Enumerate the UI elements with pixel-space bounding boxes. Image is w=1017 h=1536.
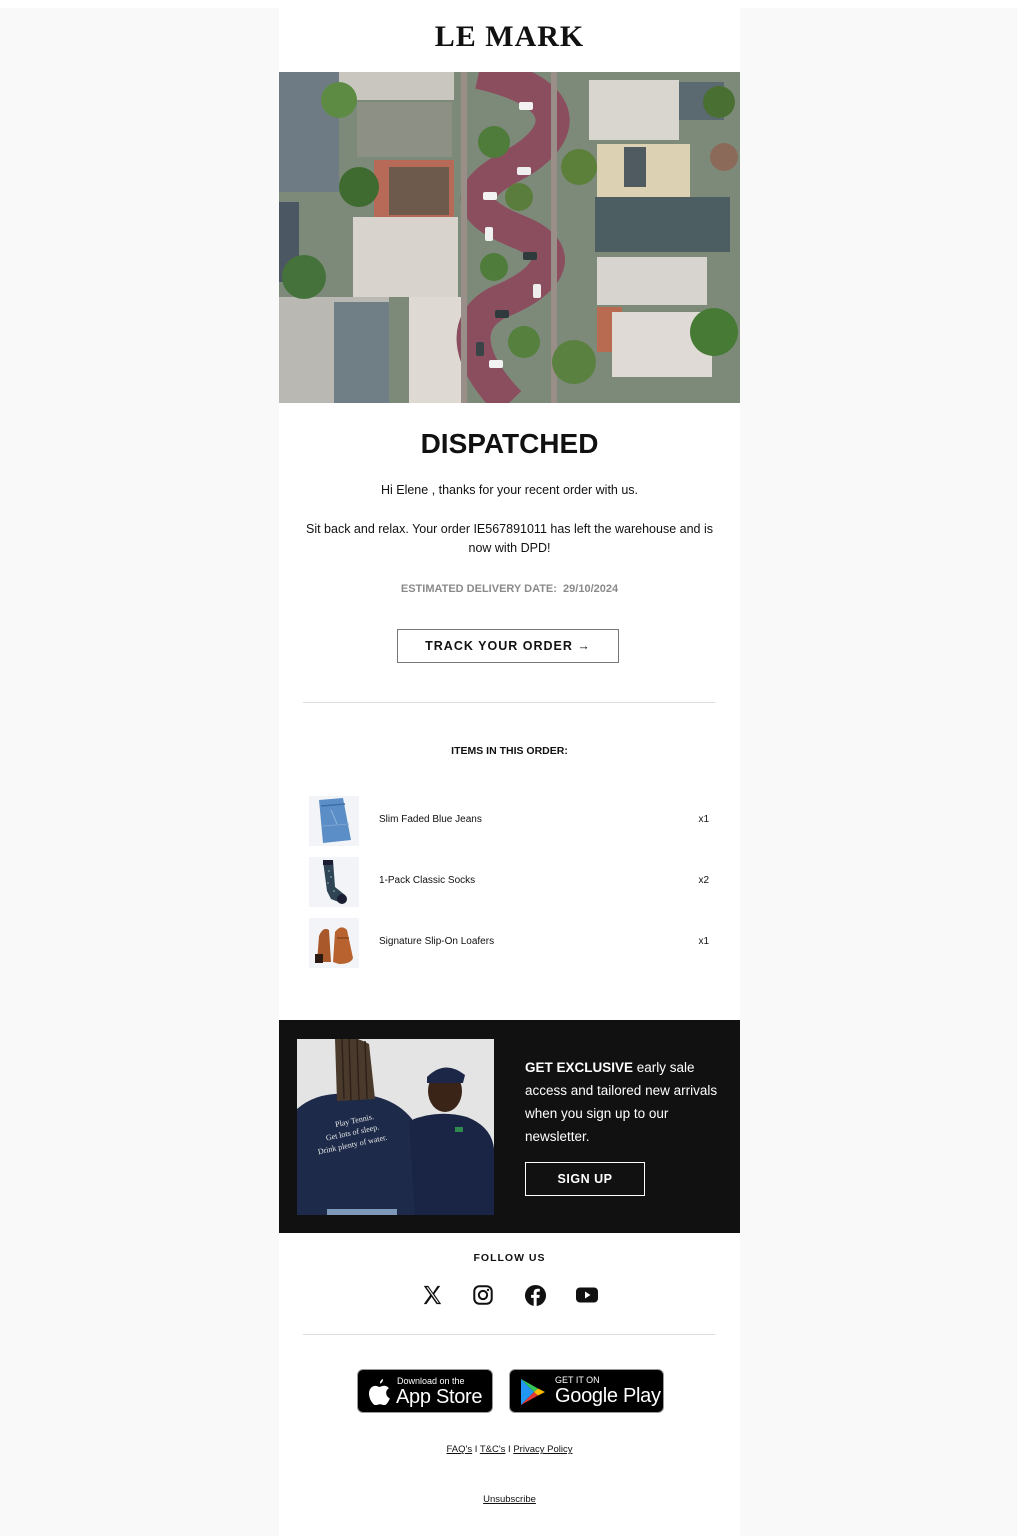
youtube-icon[interactable] [574,1282,600,1308]
google-play-badge[interactable]: GET IT ON Google Play [509,1369,664,1413]
eta-label: ESTIMATED DELIVERY DATE: [400,583,557,595]
email-container: LE MARK DISPATCHED Hi Elene , thanks for… [279,0,740,1536]
google-play-big-text: Google Play [555,1385,661,1407]
privacy-policy-link[interactable]: Privacy Policy [513,1444,572,1455]
dispatch-message: Sit back and relax. Your order IE5678910… [306,522,713,555]
social-links [279,1282,740,1308]
divider [303,1334,715,1335]
promo-bold-text: GET EXCLUSIVE [525,1060,634,1075]
item-name: Slim Faded Blue Jeans [379,814,482,825]
google-play-icon [521,1379,545,1405]
item-quantity: x1 [698,936,709,947]
eta-value: 29/10/2024 [563,583,619,595]
google-play-small-text: GET IT ON [555,1375,600,1385]
app-store-small-text: Download on the [397,1376,465,1386]
unsubscribe-section: Unsubscribe [279,1494,740,1505]
link-separator: I [472,1444,480,1455]
jeans-thumbnail[interactable] [309,796,359,846]
item-quantity: x2 [698,875,709,886]
follow-us-title: FOLLOW US [473,1252,546,1264]
brand-logo[interactable]: LE MARK [279,20,740,54]
item-name: Signature Slip-On Loafers [379,936,495,947]
newsletter-promo: Play Tennis. Get lots of sleep. Drink pl… [279,1020,740,1233]
promo-text: GET EXCLUSIVE early sale access and tail… [525,1056,730,1148]
status-title: DISPATCHED [420,428,599,459]
item-name: 1-Pack Classic Socks [379,875,476,886]
sign-up-button[interactable]: SIGN UP [525,1162,645,1196]
unsubscribe-link[interactable]: Unsubscribe [483,1494,536,1505]
facebook-icon[interactable] [522,1282,548,1308]
x-icon[interactable] [419,1282,445,1308]
loafers-thumbnail[interactable] [309,918,359,968]
track-order-button[interactable]: TRACK YOUR ORDER → [397,629,619,663]
promo-image[interactable]: Play Tennis. Get lots of sleep. Drink pl… [297,1039,494,1215]
order-item: 1-Pack Classic Socks x2 [309,857,714,907]
item-quantity: x1 [698,814,709,825]
hero-image [279,72,740,403]
greeting-text: Hi Elene , thanks for your recent order … [380,483,639,497]
socks-thumbnail[interactable] [309,857,359,907]
estimated-delivery: ESTIMATED DELIVERY DATE: 29/10/2024 [279,583,740,595]
faq-link[interactable]: FAQ's [447,1444,473,1455]
instagram-icon[interactable] [470,1282,496,1308]
app-store-badge[interactable]: Download on the App Store [357,1369,493,1413]
order-item: Signature Slip-On Loafers x1 [309,918,714,968]
apple-icon [369,1379,390,1405]
footer-links: FAQ's I T&C's I Privacy Policy [279,1444,740,1455]
terms-link[interactable]: T&C's [480,1444,506,1455]
order-items-title: ITEMS IN THIS ORDER: [451,745,568,757]
order-item: Slim Faded Blue Jeans x1 [309,796,714,846]
divider [303,702,715,703]
app-store-big-text: App Store [396,1386,483,1408]
